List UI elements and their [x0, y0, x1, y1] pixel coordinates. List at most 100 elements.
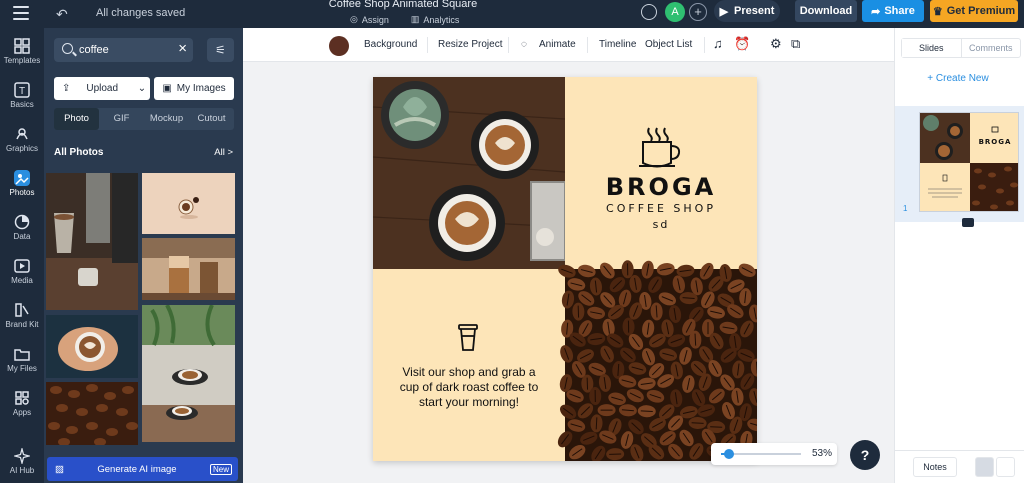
photo-result[interactable] [46, 382, 138, 445]
rail-label: Templates [3, 56, 41, 65]
add-collaborator-icon[interactable]: + [689, 3, 707, 21]
generate-ai-image-button[interactable]: ▨ Generate AI image New [47, 457, 238, 481]
rail-item-graphics[interactable]: Graphics [0, 120, 44, 160]
photo-result[interactable] [142, 173, 235, 234]
gear-icon[interactable]: ⚙ [770, 36, 782, 52]
music-icon[interactable]: ♫ [713, 36, 723, 51]
background-button[interactable]: Background [364, 39, 417, 50]
svg-text:T: T [19, 86, 25, 97]
coffee-bean-crease [640, 410, 653, 413]
analytics-label: Analytics [423, 14, 460, 25]
tab-comments[interactable]: Comments [962, 39, 1021, 57]
toolbar-divider [587, 37, 588, 53]
rail-label: Media [11, 276, 33, 285]
rail-label: Graphics [5, 144, 38, 153]
cta-line: start your morning! [418, 395, 520, 409]
assign-button[interactable]: ◎ Assign [350, 14, 389, 25]
close-icon[interactable]: × [178, 40, 187, 57]
tab-gif[interactable]: GIF [99, 108, 144, 130]
my-images-button[interactable]: ▣ My Images [154, 77, 234, 100]
create-new-button[interactable]: + Create New [917, 68, 999, 90]
rail-item-my-files[interactable]: My Files [0, 340, 44, 380]
basics-icon: T [14, 82, 30, 98]
my-images-label: My Images [176, 83, 226, 94]
all-photos-link[interactable]: All > [214, 147, 233, 158]
animate-button[interactable]: Animate [539, 39, 576, 50]
slide-thumbnail[interactable]: BROGA [919, 112, 1019, 212]
animate-icon[interactable]: ◌ [521, 39, 527, 50]
design-canvas[interactable]: BROGA COFFEE SHOP sd Visit our shop and … [373, 77, 757, 461]
search-icon [62, 43, 73, 54]
search-box: × [54, 38, 193, 62]
search-input[interactable] [79, 41, 169, 59]
media-icon [14, 259, 30, 273]
rail-label: Basics [10, 100, 34, 109]
crop-icon[interactable]: ⧉ [791, 36, 800, 52]
project-title[interactable]: Coffee Shop Animated Square [0, 0, 806, 10]
background-color-swatch[interactable] [329, 36, 349, 56]
zoom-value[interactable]: 53% [812, 448, 832, 459]
crown-icon: ♛ [932, 5, 943, 18]
zoom-slider-handle[interactable] [724, 449, 734, 459]
upload-button[interactable]: ⇪ Upload ⌄ [54, 77, 150, 100]
chevron-down-icon[interactable]: ⌄ [134, 83, 150, 94]
resize-project-button[interactable]: Resize Project [438, 39, 502, 50]
templates-icon [14, 38, 30, 54]
photo-result[interactable] [142, 238, 235, 300]
image-icon: ▣ [162, 83, 172, 94]
upload-icon: ⇪ [62, 83, 71, 94]
rail-item-apps[interactable]: Apps [0, 384, 44, 424]
slide-number: 1 [903, 204, 908, 213]
tab-slides[interactable]: Slides [902, 39, 962, 57]
slides-panel: Slides Comments + Create New 1 BROGA Not… [894, 28, 1024, 483]
svg-text:BROGA: BROGA [979, 138, 1012, 146]
rail-label: Brand Kit [5, 320, 39, 329]
generate-ai-label: Generate AI image [97, 463, 177, 475]
avatar[interactable]: A [665, 2, 685, 22]
notes-button[interactable]: Notes [913, 457, 957, 477]
share-button[interactable]: ➦ Share [862, 0, 924, 22]
grid-view-button[interactable] [975, 457, 994, 477]
play-icon: ▶ [719, 5, 729, 18]
rail-item-basics[interactable]: T Basics [0, 76, 44, 116]
filter-icon[interactable]: ⚟ [207, 38, 234, 62]
photo-result[interactable] [46, 173, 138, 310]
rail-item-media[interactable]: Media [0, 252, 44, 292]
toolbar-divider [427, 37, 428, 53]
cta-text: Visit our shop and grab a cup of dark ro… [373, 365, 565, 410]
rail-item-brand-kit[interactable]: Brand Kit [0, 296, 44, 336]
comment-icon[interactable] [641, 4, 657, 20]
rail-label: Data [13, 232, 31, 241]
add-slide-icon[interactable] [962, 218, 974, 227]
analytics-button[interactable]: ▥ Analytics [411, 14, 460, 25]
coffee-bean-crease [595, 417, 598, 430]
download-button[interactable]: Download [795, 0, 857, 22]
ai-image-icon: ▨ [55, 463, 64, 475]
folder-icon [14, 349, 30, 361]
slides-panel-tabs: Slides Comments [901, 38, 1021, 58]
photo-result[interactable] [142, 305, 235, 442]
premium-button[interactable]: ♛ Get Premium [930, 0, 1018, 22]
help-button[interactable]: ? [850, 440, 880, 470]
brand-name: BROGA [605, 173, 717, 201]
object-list-button[interactable]: Object List [645, 39, 692, 50]
tab-photo[interactable]: Photo [54, 108, 99, 130]
tab-cutout[interactable]: Cutout [189, 108, 234, 130]
rail-item-templates[interactable]: Templates [0, 32, 44, 72]
rail-item-photos[interactable]: Photos [0, 164, 44, 204]
left-rail: Templates T Basics Graphics Photos Data … [0, 28, 44, 483]
canvas-toolbar: Background Resize Project ◌ Animate Time… [243, 28, 894, 62]
media-type-tabs: Photo GIF Mockup Cutout [54, 108, 234, 130]
rail-item-data[interactable]: Data [0, 208, 44, 248]
photo-result[interactable] [46, 315, 138, 378]
alarm-icon[interactable]: ⏰ [734, 36, 750, 52]
rail-item-ai-hub[interactable]: AI Hub [0, 442, 44, 482]
brand-subtitle: COFFEE SHOP [606, 202, 716, 215]
list-view-button[interactable] [996, 457, 1015, 477]
sparkle-icon [14, 448, 30, 464]
slide-row[interactable]: 1 BROGA [895, 106, 1024, 222]
present-button[interactable]: ▶ Present [714, 0, 780, 22]
timeline-button[interactable]: Timeline [599, 39, 636, 50]
new-badge: New [209, 463, 232, 475]
tab-mockup[interactable]: Mockup [144, 108, 189, 130]
